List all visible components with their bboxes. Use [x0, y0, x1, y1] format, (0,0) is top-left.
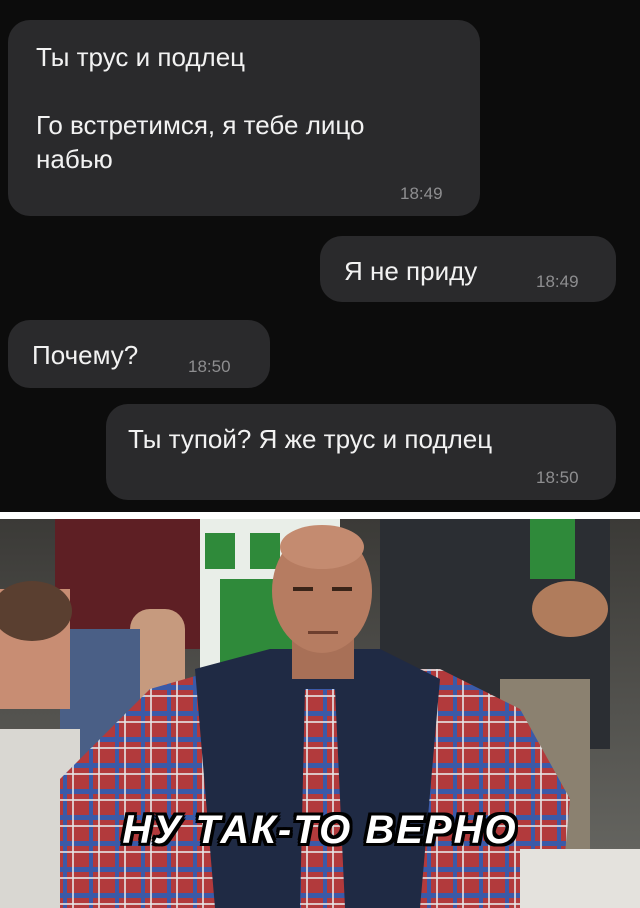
message-line: Я не приду	[344, 256, 478, 286]
message-timestamp: 18:50	[188, 357, 231, 376]
message-timestamp: 18:50	[536, 468, 579, 487]
message-bubble-outgoing: Ты тупой? Я же трус и подлец 18:50	[106, 404, 616, 500]
message-line: набью	[36, 144, 113, 174]
message-bubble-incoming: Почему? 18:50	[8, 320, 270, 388]
message-line: Го встретимся, я тебе лицо	[36, 110, 365, 140]
message-bubble-outgoing: Я не приду 18:49	[320, 236, 616, 302]
meme-photo: НУ ТАК-ТО ВЕРНО	[0, 519, 640, 908]
message-text: Ты трус и подлец Го встретимся, я тебе л…	[36, 40, 364, 176]
chat-screenshot: Ты трус и подлец Го встретимся, я тебе л…	[0, 0, 640, 512]
message-timestamp: 18:49	[400, 184, 443, 203]
divider	[0, 512, 640, 519]
message-line: Почему?	[32, 340, 139, 370]
message-bubble-incoming: Ты трус и подлец Го встретимся, я тебе л…	[8, 20, 480, 216]
meme-caption: НУ ТАК-ТО ВЕРНО	[122, 808, 518, 852]
message-line: Ты тупой? Я же трус и подлец	[128, 424, 493, 454]
message-line: Ты трус и подлец	[36, 42, 246, 72]
message-timestamp: 18:49	[536, 272, 579, 291]
